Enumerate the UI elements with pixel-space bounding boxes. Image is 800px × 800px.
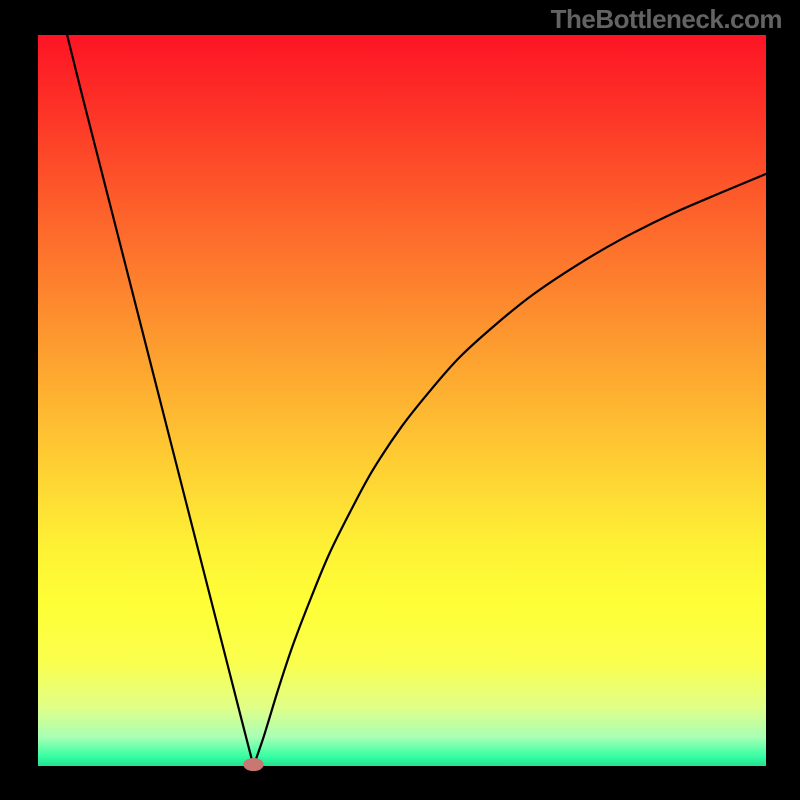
minimum-marker — [243, 758, 263, 771]
gradient-plot-area — [38, 35, 766, 766]
chart-root: TheBottleneck.com — [0, 0, 800, 800]
bottleneck-chart — [0, 0, 800, 800]
